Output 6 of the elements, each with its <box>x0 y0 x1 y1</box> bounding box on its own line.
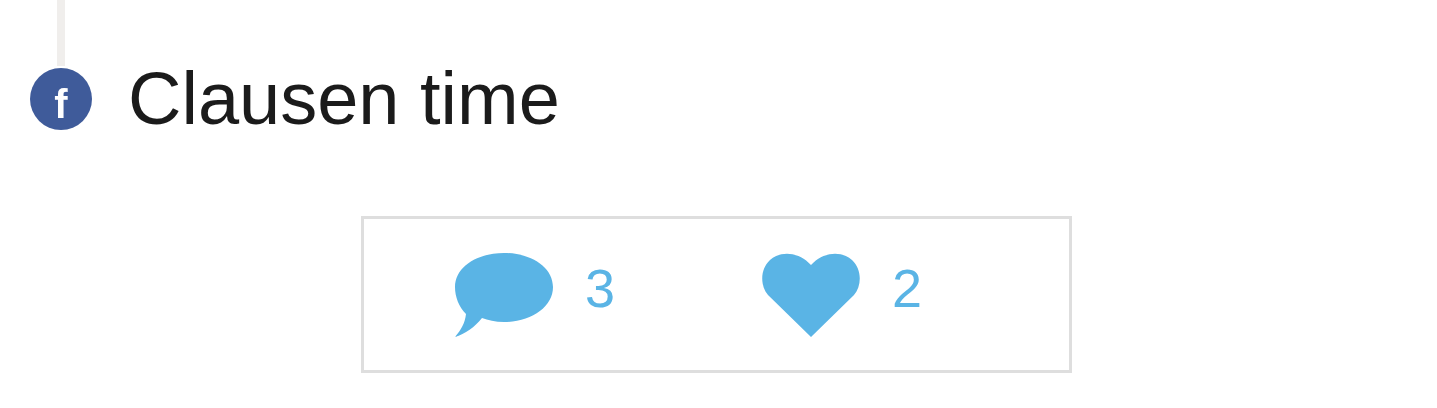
count-label: 3 <box>585 260 616 315</box>
speech-bubble-icon[interactable] <box>455 252 553 337</box>
count-label: 2 <box>892 260 923 315</box>
facebook-badge-icon: f <box>30 68 92 130</box>
post-title: Clausen time <box>128 62 560 136</box>
heart-icon[interactable] <box>762 252 860 337</box>
